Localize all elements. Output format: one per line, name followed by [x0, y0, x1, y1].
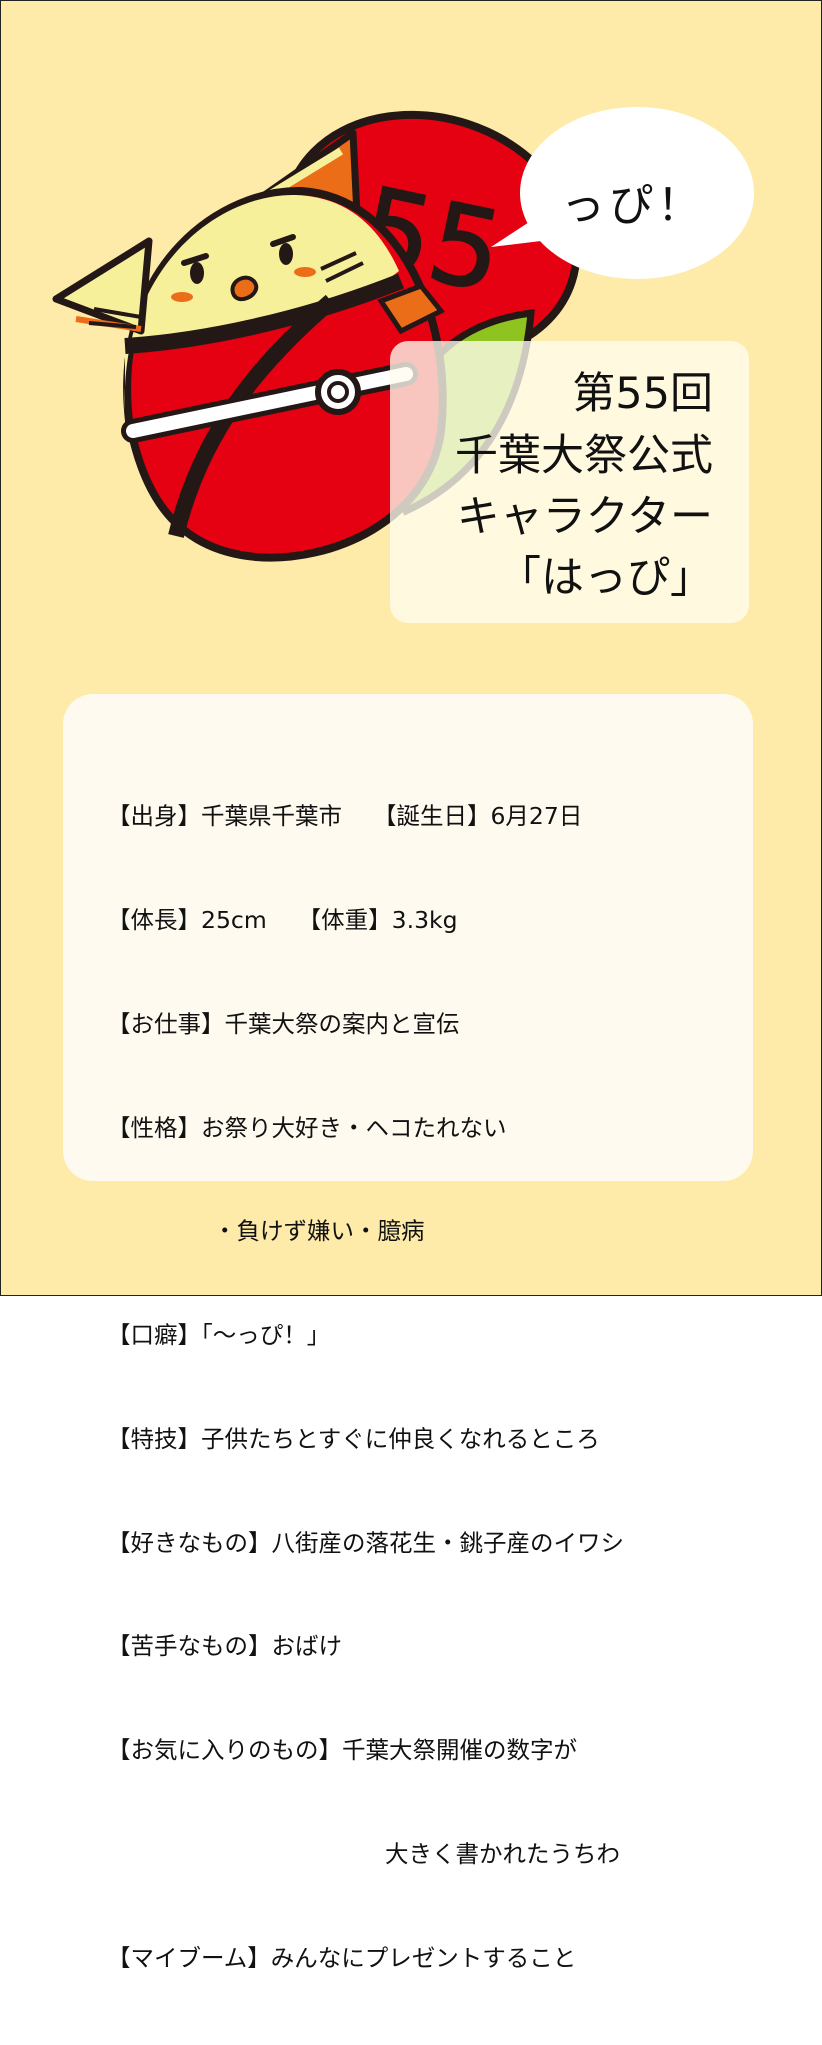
title-box: 第55回 千葉大祭公式 キャラクター 「はっぴ」 [390, 341, 749, 623]
title-line: キャラクター [456, 492, 713, 542]
profile-line: 【口癖】「～っぴ！」 [107, 1321, 331, 1350]
title-line: 千葉大祭公式 [455, 431, 713, 481]
profile-line: 【お仕事】千葉大祭の案内と宣伝 [107, 1009, 460, 1038]
profile-line: ・負けず嫌い・臆病 [213, 1217, 425, 1246]
profile-line: 【マイブーム】みんなにプレゼントすること [107, 1943, 577, 1972]
profile-line: 大きく書かれたうちわ [385, 1840, 620, 1868]
character-profile-card: 55 っぴ！ 第55回 千葉大祭公式 キャラクター 「はっぴ」 【出身】千葉県千… [0, 0, 822, 1972]
profile-line: 【苦手なもの】おばけ [107, 1632, 342, 1661]
profile-line: 【体長】25cm 【体重】3.3kg [107, 905, 458, 934]
title-line: 第55回 [572, 369, 713, 419]
title-line: 「はっぴ」 [498, 553, 713, 603]
profile-line: 【特技】子供たちとすぐに仲良くなれるところ [107, 1424, 600, 1453]
profile-line: 【好きなもの】八街産の落花生・銚子産のイワシ [107, 1528, 624, 1557]
speech-bubble-text: っぴ！ [561, 180, 705, 231]
profile-box: 【出身】千葉県千葉市 【誕生日】6月27日 【体長】25cm 【体重】3.3kg… [63, 694, 753, 1972]
profile-line: 【出身】千葉県千葉市 【誕生日】6月27日 [107, 802, 583, 831]
profile-line: 【お気に入りのもの】千葉大祭開催の数字が [107, 1736, 577, 1765]
profile-line: 【性格】お祭り大好き・ヘコたれない [107, 1113, 507, 1142]
